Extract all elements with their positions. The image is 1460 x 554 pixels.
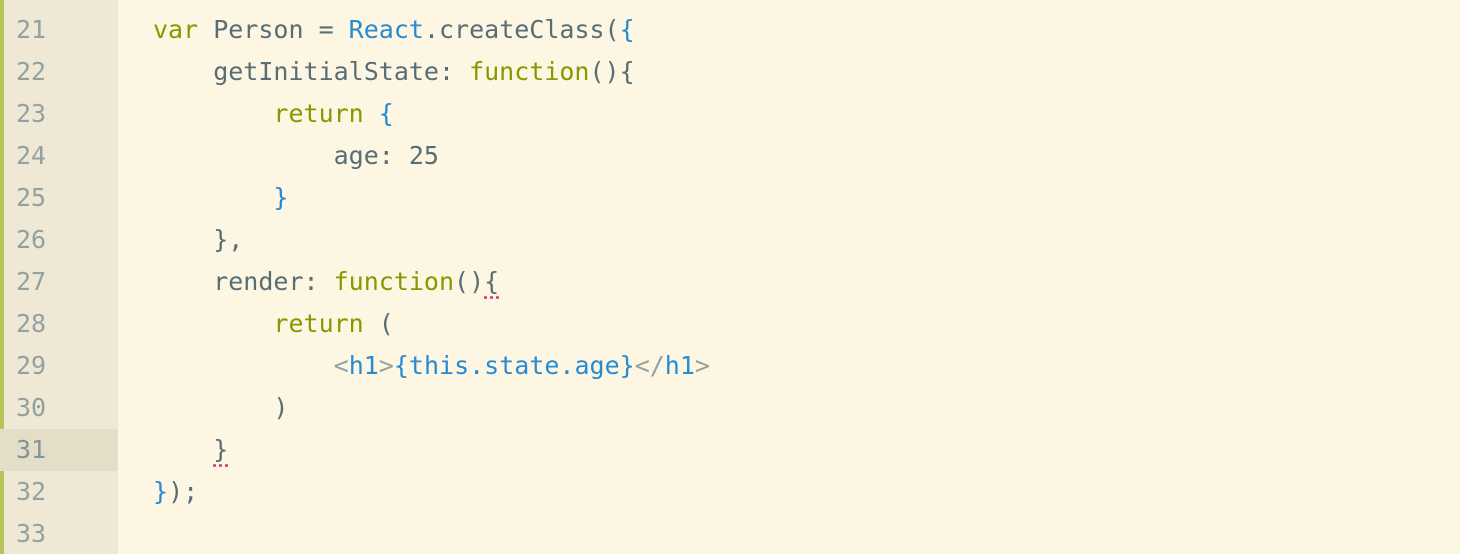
code-token: Person =	[198, 15, 349, 44]
lint-error-token: }	[213, 435, 229, 464]
code-line[interactable]: return {	[118, 93, 1460, 135]
line-number: 28	[16, 309, 47, 338]
code-line[interactable]: age: 25	[118, 135, 1460, 177]
code-line[interactable]: )	[118, 387, 1460, 429]
code-token: render:	[153, 267, 334, 296]
line-number: 29	[16, 351, 47, 380]
code-token: function	[333, 267, 455, 296]
code-line[interactable]: }	[118, 429, 1460, 471]
code-line[interactable]	[118, 513, 1460, 554]
code-token: return	[273, 309, 364, 338]
code-token: function	[469, 57, 590, 86]
line-number: 30	[16, 393, 47, 422]
code-token: var	[153, 15, 199, 44]
code-line[interactable]: },	[118, 219, 1460, 261]
code-line[interactable]: });	[118, 471, 1460, 513]
code-token: }	[273, 183, 289, 212]
code-token: },	[153, 225, 244, 254]
code-token: {this.state.age}	[393, 351, 635, 380]
code-editor[interactable]: 21 22 23 24 25 26 27 28 29 30 31 32 33 var Person = …	[0, 0, 1460, 554]
code-token: >	[694, 351, 710, 380]
line-number: 21	[16, 15, 47, 44]
line-number: 24	[16, 141, 47, 170]
line-number: 22	[16, 57, 47, 86]
code-token: >	[378, 351, 394, 380]
code-line[interactable]: return (	[118, 303, 1460, 345]
code-line[interactable]: var Person = React.createClass({	[118, 9, 1460, 51]
code-token: return	[273, 99, 364, 128]
line-number: 33	[16, 519, 47, 548]
line-number: 23	[16, 99, 47, 128]
line-number: 27	[16, 267, 47, 296]
code-token: )	[153, 393, 289, 422]
code-token: ()	[454, 267, 485, 296]
code-token: </	[634, 351, 665, 380]
code-token: <	[333, 351, 349, 380]
code-token: h1	[664, 351, 695, 380]
code-token: getInitialState:	[153, 57, 470, 86]
code-token: age: 25	[153, 141, 439, 170]
code-token: {	[619, 15, 635, 44]
code-line[interactable]: }	[118, 177, 1460, 219]
code-line[interactable]: render: function(){	[118, 261, 1460, 303]
line-number: 32	[16, 477, 47, 506]
code-token: (){	[589, 57, 635, 86]
code-token: h1	[348, 351, 379, 380]
code-token: );	[168, 477, 199, 506]
code-token: .createClass(	[423, 15, 620, 44]
line-number: 25	[16, 183, 47, 212]
code-line[interactable]: <h1>{this.state.age}</h1>	[118, 345, 1460, 387]
code-line[interactable]: getInitialState: function(){	[118, 51, 1460, 93]
code-token: (	[363, 309, 394, 338]
line-number: 26	[16, 225, 47, 254]
code-area[interactable]: var Person = React.createClass({ getInit…	[118, 9, 1460, 554]
code-token: {	[378, 99, 394, 128]
line-numbers: 21 22 23 24 25 26 27 28 29 30 31 32 33	[0, 9, 118, 554]
lint-error-token: {	[484, 267, 500, 296]
code-token: }	[153, 477, 169, 506]
code-token: React	[348, 15, 424, 44]
line-number: 31	[0, 429, 118, 471]
